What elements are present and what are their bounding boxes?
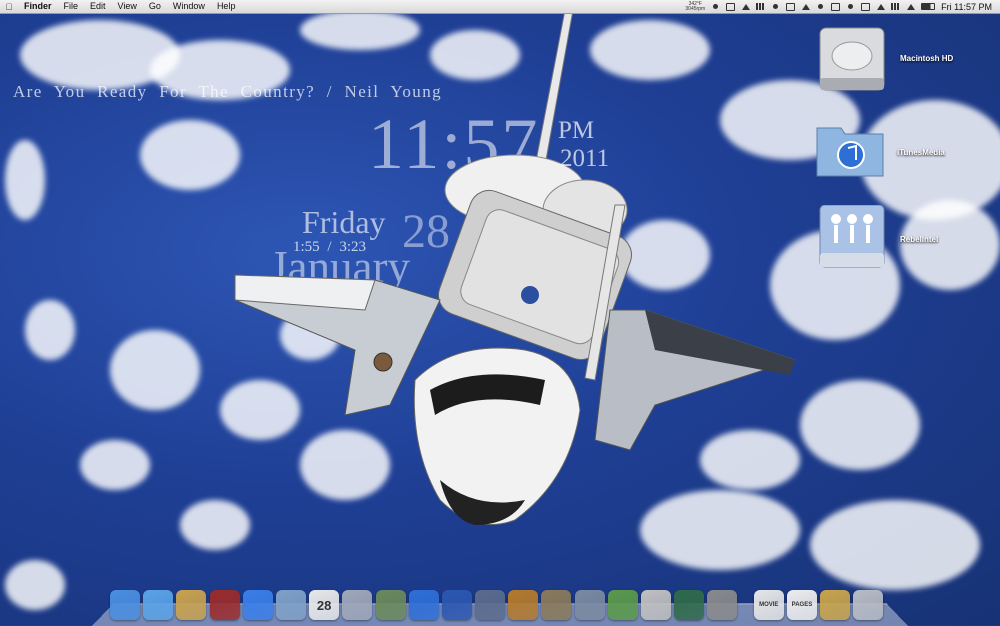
clock-year: 2011 (560, 145, 610, 172)
trash-icon[interactable] (853, 590, 884, 620)
itunes-folder-icon (816, 127, 884, 177)
menu-window[interactable]: Window (167, 0, 211, 13)
wifi-icon[interactable] (891, 3, 901, 10)
preview-icon[interactable] (342, 590, 373, 620)
shared-drive-icon (819, 205, 885, 268)
display-icon[interactable] (786, 2, 796, 11)
mail-icon[interactable] (275, 590, 306, 620)
safari-icon[interactable] (143, 590, 174, 620)
address-book-icon[interactable] (176, 590, 207, 620)
text-edit-icon[interactable] (641, 590, 671, 620)
eject-menu-icon[interactable] (876, 3, 886, 11)
menu-go[interactable]: Go (143, 0, 167, 13)
menu-file[interactable]: File (58, 0, 85, 13)
dock-icon-text: PAGES (791, 602, 813, 608)
movie-document-icon[interactable]: MOVIE (753, 590, 784, 620)
dictionary-icon[interactable] (209, 590, 240, 620)
volume-icon[interactable] (906, 3, 916, 11)
time-machine-menu-icon[interactable] (846, 3, 855, 11)
spaces-icon[interactable] (861, 2, 871, 11)
eject-icon[interactable] (831, 2, 841, 11)
dvd-player-icon[interactable] (441, 590, 472, 620)
iphoto-icon[interactable] (375, 590, 406, 620)
dock-icon-text: 28 (316, 597, 332, 613)
script-icon[interactable] (771, 3, 780, 11)
temperature-monitor[interactable]: 342°F 3045rpm (685, 1, 705, 12)
system-preferences-icon[interactable] (707, 590, 738, 620)
time-machine-icon[interactable] (674, 590, 705, 620)
battery-icon[interactable] (921, 3, 936, 10)
menu-bar:  Finder File Edit View Go Window Help 3… (0, 0, 1000, 14)
desktop-icon-rebelintel[interactable]: RebelIntel (818, 205, 988, 285)
dock-separator (741, 590, 751, 620)
keynote-icon[interactable] (541, 590, 572, 620)
desktop-icon-itunesmedia[interactable]: iTunesMedia (815, 118, 985, 198)
menu-finder[interactable]: Finder (18, 0, 58, 13)
sync-icon[interactable] (816, 3, 825, 11)
binoculars-icon[interactable] (756, 3, 766, 10)
track-progress: 1:55 / 3:23 (293, 239, 367, 255)
ichat-icon[interactable] (242, 590, 273, 620)
menu-view[interactable]: View (112, 0, 143, 13)
calendar-icon[interactable]: 28 (309, 590, 340, 620)
istat-icon[interactable] (711, 3, 720, 11)
hard-drive-icon (819, 27, 885, 91)
pages-document-icon[interactable]: PAGES (786, 590, 817, 620)
menu-clock[interactable]: Fri 11:57 PM (941, 2, 992, 12)
desktop-icon-label: Macintosh HD (900, 54, 954, 63)
dock: 28 MOVIE PAGES (110, 580, 900, 620)
status-menus: 342°F 3045rpm Fri 11:57 PM (685, 0, 1000, 13)
itunes-icon[interactable] (408, 590, 439, 620)
desktop-icon-label: iTunesMedia (897, 148, 945, 157)
bluetooth-icon[interactable] (741, 3, 751, 11)
desktop-icon-macintosh-hd[interactable]: Macintosh HD (818, 24, 988, 104)
window-icon[interactable] (726, 2, 736, 11)
garageband-icon[interactable] (508, 590, 539, 620)
now-playing-text: Are You Ready For The Country? / Neil Yo… (13, 82, 443, 101)
directory-utility-icon[interactable] (574, 590, 605, 620)
finder-icon[interactable] (110, 590, 140, 620)
apple-menu-icon[interactable]:  (0, 2, 18, 12)
desktop-icon-label: RebelIntel (900, 235, 939, 244)
menu-edit[interactable]: Edit (84, 0, 112, 13)
numbers-icon[interactable] (607, 590, 638, 620)
pencil-icon[interactable] (801, 3, 811, 11)
clock-ampm: PM (558, 117, 595, 144)
imovie-icon[interactable] (475, 590, 506, 620)
applications-folder-icon[interactable] (820, 590, 851, 620)
menu-help[interactable]: Help (211, 0, 242, 13)
dock-icon-text: MOVIE (759, 602, 779, 608)
